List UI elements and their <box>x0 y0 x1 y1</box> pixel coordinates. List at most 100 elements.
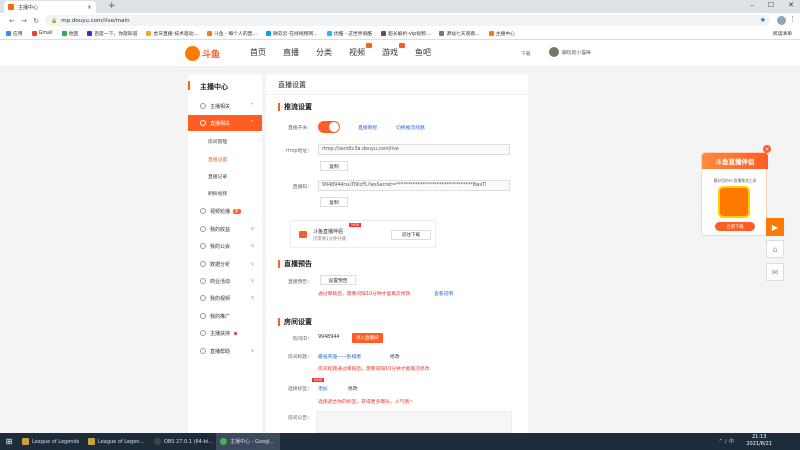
profile-avatar[interactable] <box>777 16 786 25</box>
edit-title-button[interactable]: 修改 <box>390 353 400 360</box>
bookmark-item[interactable]: 优酷 - 这世界很酷 <box>326 30 372 37</box>
taskbar-item[interactable]: OBS 27.0.1 (64-bi... <box>150 433 214 450</box>
sidebar-item-anchor[interactable]: 主播相关 ^ <box>188 98 262 114</box>
notice-textarea[interactable] <box>316 411 512 433</box>
copy-code-button[interactable]: 复制 <box>320 197 348 207</box>
sidebar-item-guild[interactable]: 我的公会 v <box>188 238 262 254</box>
sidebar-item-promotion[interactable]: 我的推广 <box>188 308 262 324</box>
title-warning: 房间标题通过审核后，需要间隔10分钟才能再次修改 <box>318 367 430 372</box>
sidebar-item-support[interactable]: 主播扶持 <box>188 325 262 341</box>
video-icon <box>200 208 206 214</box>
bookmark-star-icon[interactable]: ★ <box>760 16 766 24</box>
lol-icon <box>22 438 29 445</box>
douyu-favicon-icon <box>8 4 14 10</box>
sidebar-item-help[interactable]: 直播帮助 v <box>188 343 262 359</box>
enter-room-button[interactable]: 进入直播间 <box>352 333 383 343</box>
rtmp-field[interactable]: rtmp://sendtc3a.douyu.com/live <box>318 144 510 155</box>
browser-tab[interactable]: 主播中心 × <box>4 1 96 13</box>
forward-icon[interactable]: → <box>18 17 30 25</box>
download-button[interactable]: 前往下载 <box>391 230 431 240</box>
float-close-icon[interactable]: × <box>763 145 771 153</box>
system-tray-icons[interactable]: ^ ♪ 中 <box>718 438 734 445</box>
sidebar: 主播中心 主播相关 ^ 直播相关 ^ 房间管理 直播设置 直播记录 刷粉视频 视频轮… <box>188 74 262 433</box>
add-tag-link[interactable]: 添加 <box>318 385 328 392</box>
switch-line-link[interactable]: 切换推流线路 <box>396 124 425 131</box>
promo-title: 斗鱼直播伴侣 <box>313 229 344 235</box>
maximize-button[interactable]: ☐ <box>768 1 774 9</box>
preview-label: 直播预告： <box>288 280 312 285</box>
minimize-button[interactable]: – <box>750 1 754 9</box>
sidebar-sub-room[interactable]: 房间管理 <box>208 138 227 145</box>
section-room: 房间设置 <box>278 317 312 327</box>
rtmp-label: rtmp地址： <box>286 149 312 154</box>
set-preview-button[interactable]: 设置预告 <box>320 275 356 285</box>
user-menu[interactable]: 脚玩的小猫咪 <box>549 47 591 57</box>
sidebar-item-videos[interactable]: 我的视频 v <box>188 290 262 306</box>
chevron-icon: v <box>251 243 254 249</box>
group-icon <box>200 243 206 249</box>
sidebar-item-business[interactable]: 商业活动 v <box>188 273 262 289</box>
taskbar-item-active[interactable]: 主播中心 - Googl... <box>216 433 280 450</box>
sidebar-sub-settings[interactable]: 直播设置 <box>208 156 227 163</box>
bookmark-item[interactable]: 百度一下，你就知道 <box>87 30 137 37</box>
bookmark-item[interactable]: 超长解析-vip视频... <box>381 30 430 37</box>
notice-label: 房间公告： <box>288 416 312 421</box>
tutorial-link[interactable]: 直播教程 <box>358 124 377 131</box>
bookmark-item[interactable]: 应用 <box>6 30 23 37</box>
sidebar-item-analytics[interactable]: 数据分析 v <box>188 256 262 272</box>
nav-fishbar[interactable]: 鱼吧 <box>415 47 431 58</box>
tab-close-icon[interactable]: × <box>87 4 92 11</box>
username: 脚玩的小猫咪 <box>562 50 591 56</box>
clock-time: 21:13 <box>751 434 767 440</box>
edit-tag-button[interactable]: 修改 <box>348 385 358 392</box>
live-shortcut-icon[interactable]: ▶ <box>766 218 784 236</box>
feedback-icon[interactable]: ✉ <box>766 263 784 281</box>
close-window-button[interactable]: ✕ <box>788 1 794 9</box>
taskbar-item[interactable]: League of Legen... <box>84 433 148 450</box>
nav-live[interactable]: 直播 <box>283 47 299 58</box>
bookmark-item[interactable]: Gmail <box>31 31 53 36</box>
tv-icon <box>200 120 206 126</box>
bookmark-item[interactable]: 斗鱼 - 每个人的直... <box>207 30 257 37</box>
bookmark-item[interactable]: 主播中心 <box>488 30 515 37</box>
coin-icon <box>200 226 206 232</box>
reading-list[interactable]: 阅读清单 <box>773 30 792 37</box>
lol-icon <box>88 438 95 445</box>
apps-icon <box>6 31 11 36</box>
browser-menu-icon[interactable]: ⋮ <box>789 15 796 23</box>
nav-home[interactable]: 首页 <box>250 47 266 58</box>
url-input[interactable]: 🔒 mp.douyu.com/live/main ★ <box>45 15 770 26</box>
bookmark-item[interactable]: 虎牙直播-技术驱动... <box>146 30 198 37</box>
room-id-value: 9948944 <box>318 335 340 340</box>
baidu-icon <box>87 31 93 36</box>
code-label: 直播码： <box>292 185 312 190</box>
nav-video[interactable]: 视频 <box>349 43 372 58</box>
float-download-button[interactable]: 立即下载 <box>715 222 755 231</box>
bookmark-item[interactable]: 源站七天观看... <box>439 30 480 37</box>
sidebar-item-carousel[interactable]: 视频轮播新 <box>188 203 262 219</box>
taskbar-item[interactable]: League of Legends <box>18 433 82 450</box>
sidebar-item-live[interactable]: 直播相关 ^ <box>188 115 262 131</box>
nav-category[interactable]: 分类 <box>316 47 332 58</box>
maps-icon <box>61 31 67 36</box>
back-icon[interactable]: ← <box>6 17 18 25</box>
windows-start-icon[interactable]: ⊞ <box>0 433 18 450</box>
bookmark-item[interactable]: 地图 <box>61 30 78 37</box>
code-field[interactable]: 9948944rsuTI9lcFL?wsSecret=*************… <box>318 180 510 191</box>
briefcase-icon <box>200 278 206 284</box>
sidebar-item-income[interactable]: 我的收益 v <box>188 221 262 237</box>
preview-help-link[interactable]: 查看说明 <box>434 290 453 297</box>
sidebar-sub-fans[interactable]: 刷粉视频 <box>208 190 227 197</box>
live-toggle[interactable] <box>318 121 340 133</box>
home-icon[interactable]: ⌂ <box>766 240 784 258</box>
nav-game[interactable]: 游戏 <box>382 43 405 58</box>
sidebar-sub-records[interactable]: 直播记录 <box>208 173 227 180</box>
bookmark-item[interactable]: 微软云-在线视频网... <box>266 30 318 37</box>
reload-icon[interactable]: ↻ <box>30 17 42 25</box>
new-tab-button[interactable]: + <box>108 1 116 11</box>
sidebar-title: 主播中心 <box>200 83 228 91</box>
douyu-logo[interactable]: 斗鱼 <box>185 45 227 61</box>
copy-rtmp-button[interactable]: 复制 <box>320 161 348 171</box>
download-link[interactable]: 下载 <box>521 50 531 57</box>
clock[interactable]: 21:13 2021/8/21 <box>746 434 772 448</box>
